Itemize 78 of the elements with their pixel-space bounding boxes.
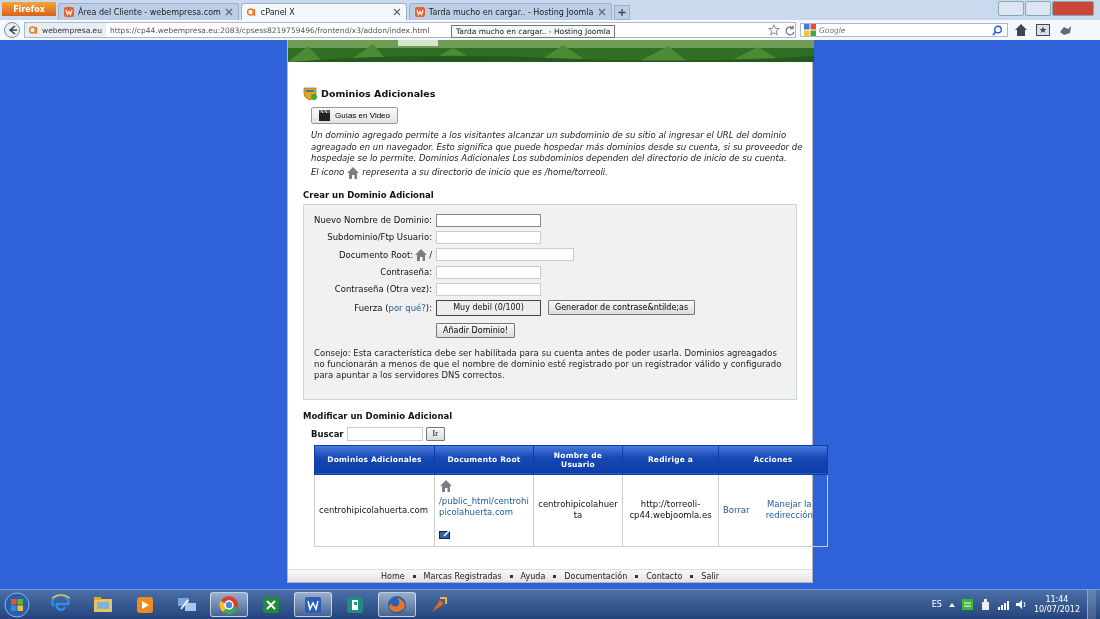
power-icon[interactable] (979, 599, 991, 610)
search-icon[interactable] (992, 24, 1003, 36)
site-icon (64, 7, 74, 17)
edit-icon[interactable] (439, 528, 451, 539)
home-icon (1014, 23, 1028, 37)
input-field[interactable] (436, 265, 541, 279)
strength-meter: Muy debil (0/100) (436, 299, 541, 316)
chrome-icon (218, 593, 240, 616)
show-hidden-icons-button[interactable] (948, 601, 955, 608)
table-cell: centrohipicolahuerta.com (314, 474, 435, 546)
section-heading: Modificar un Dominio Adicional (303, 410, 454, 421)
clapperboard-icon (319, 110, 330, 121)
field-label: Contraseña: (380, 267, 432, 277)
bookmarks-button[interactable] (1034, 22, 1052, 38)
input-field[interactable] (436, 248, 574, 261)
action-link[interactable]: Manejar la redirección (755, 499, 823, 521)
network-signal-icon[interactable] (997, 599, 1009, 610)
strength-label: Fuerza (por qué?): (354, 302, 432, 313)
tip-text: Consejo: Esta característica debe ser habilitada para su cuenta antes de poder usarla. Dominios agreagados no funcionarán a menos de que el nombre de dominio esté registrado por un registrador válido y configurado para apuntar a los servidores DNS correctos. (314, 347, 783, 381)
home-icon (414, 247, 429, 262)
intro-text: Un dominio agregado permite a los visitantes alcanzar un subdominio de su sitio al ingresar el URL del dominio agreagado en un navegador. Esto significa que puede hospedar más dominios desde su cuenta, si su proveedor de hospedaje se lo permite. Dominios Adicionales Los subdominios dependen del directorio de inicio de su cuenta. (311, 130, 804, 165)
field-label: Nuevo Nombre de Dominio: (314, 215, 432, 225)
footer-link[interactable]: Ayuda (520, 571, 546, 581)
browser-tab[interactable]: Área del Cliente - webempresa.com (58, 3, 239, 20)
sync-icon[interactable] (961, 599, 973, 610)
browser-tab[interactable]: cPanel X (240, 3, 407, 20)
new-tab-button[interactable] (613, 5, 630, 20)
search-field[interactable] (346, 426, 423, 441)
go-button[interactable]: Ir (425, 426, 445, 441)
input-field[interactable] (436, 230, 541, 244)
site-icon (29, 25, 39, 35)
footer-link[interactable]: Contacto (646, 571, 683, 581)
page-title: Dominios Adicionales (321, 87, 436, 99)
add-domain-button[interactable]: Añadir Dominio! (436, 322, 516, 338)
path-separator: / (429, 249, 432, 260)
action-link[interactable]: Borrar (723, 504, 750, 516)
close-tab-icon[interactable] (597, 8, 606, 16)
start-button[interactable] (4, 591, 30, 618)
why-link[interactable]: por qué? (388, 302, 426, 313)
home-icon (439, 478, 453, 493)
password-generator-button[interactable]: Generador de contrase&ntilde;as (548, 300, 696, 315)
back-arrow-icon (6, 25, 18, 35)
taskbar-button[interactable] (294, 592, 332, 617)
volume-icon[interactable] (1015, 599, 1027, 610)
video-guides-button[interactable]: Guías en Video (311, 107, 398, 124)
field-label: Subdominio/Ftp Usuario: (327, 232, 432, 242)
back-button[interactable] (4, 22, 20, 38)
footer-link[interactable]: Marcas Registradas (423, 571, 502, 581)
field-label: Documento Root: (339, 249, 414, 260)
intro-text: El icono (311, 166, 345, 179)
close-tab-icon[interactable] (224, 8, 233, 16)
section-heading: Crear un Dominio Adicional (303, 189, 435, 200)
reload-icon[interactable] (784, 24, 795, 36)
puzzle-icon (1058, 24, 1072, 36)
table-cell: centrohipicolahuerta (533, 474, 623, 546)
site-icon (246, 7, 257, 17)
footer-link[interactable]: Salir (701, 571, 719, 581)
site-icon (414, 7, 425, 17)
language-indicator[interactable]: ES (931, 600, 942, 609)
footer-link[interactable]: Documentación (564, 571, 628, 581)
close-tab-icon[interactable] (392, 8, 401, 16)
taskbar-button[interactable] (378, 592, 416, 617)
intro-text: representa a su directorio de inicio que es /home/torreoli. (362, 166, 608, 179)
input-field[interactable] (436, 282, 541, 296)
search-engine-icon[interactable] (804, 24, 816, 36)
input-field[interactable] (436, 213, 541, 227)
field-label: Contraseña (Otra vez): (334, 284, 432, 294)
search-label: Buscar (311, 428, 344, 439)
firefox-icon (386, 593, 408, 616)
browser-tab[interactable]: Tarda mucho en cargar.. - Hosting Joomla (408, 3, 612, 20)
bookmark-icon (1036, 24, 1050, 36)
taskbar-button[interactable] (210, 592, 248, 617)
home-icon (346, 165, 361, 180)
clock[interactable]: 11:44 10/07/2012 (1033, 594, 1080, 615)
domains-icon (303, 86, 317, 100)
table-cell: http://torreoli-cp44.webjoomla.es (622, 474, 719, 546)
bookmark-star-icon[interactable] (768, 24, 780, 36)
footer-link[interactable]: Home (381, 571, 405, 581)
